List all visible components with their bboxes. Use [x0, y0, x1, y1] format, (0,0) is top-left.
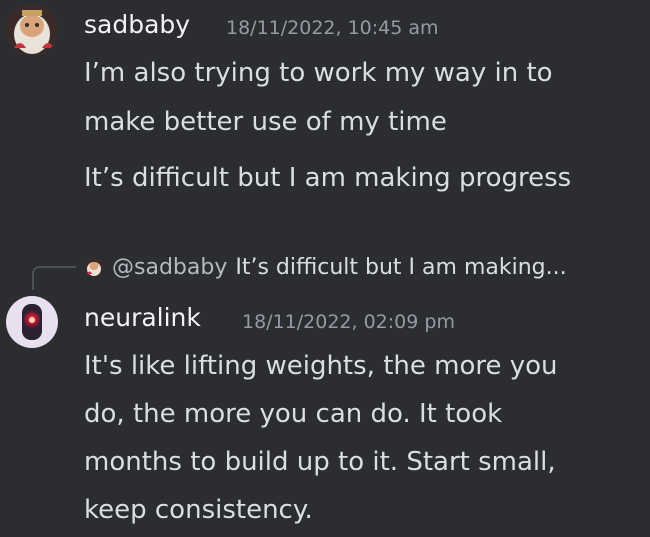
reply-spine [32, 266, 76, 290]
reply-preview-text[interactable]: It’s difficult but I am making... [235, 255, 566, 280]
message-line: make better use of my time [84, 107, 447, 137]
reply-mention[interactable]: @sadbaby [112, 255, 227, 280]
avatar[interactable] [6, 4, 58, 56]
message-line: It's like lifting weights, the more you [84, 351, 558, 381]
message-line: It’s difficult but I am making progress [84, 163, 572, 193]
author-name[interactable]: sadbaby [84, 10, 190, 40]
timestamp: 18/11/2022, 02:09 pm [242, 311, 455, 333]
reply-avatar-icon [84, 257, 104, 277]
sadbaby-avatar-icon [6, 4, 58, 56]
neuralink-avatar-icon [6, 296, 58, 348]
avatar[interactable] [6, 296, 58, 348]
timestamp: 18/11/2022, 10:45 am [226, 17, 439, 39]
message-line: keep consistency. [84, 495, 313, 525]
author-name[interactable]: neuralink [84, 303, 201, 333]
reply-avatar [84, 257, 104, 277]
message-line: months to build up to it. Start small, [84, 447, 556, 477]
message-line: I’m also trying to work my way in to [84, 58, 553, 88]
message-line: do, the more you can do. It took [84, 399, 503, 429]
reply-preview[interactable]: @sadbaby It’s difficult but I am making.… [84, 252, 567, 282]
